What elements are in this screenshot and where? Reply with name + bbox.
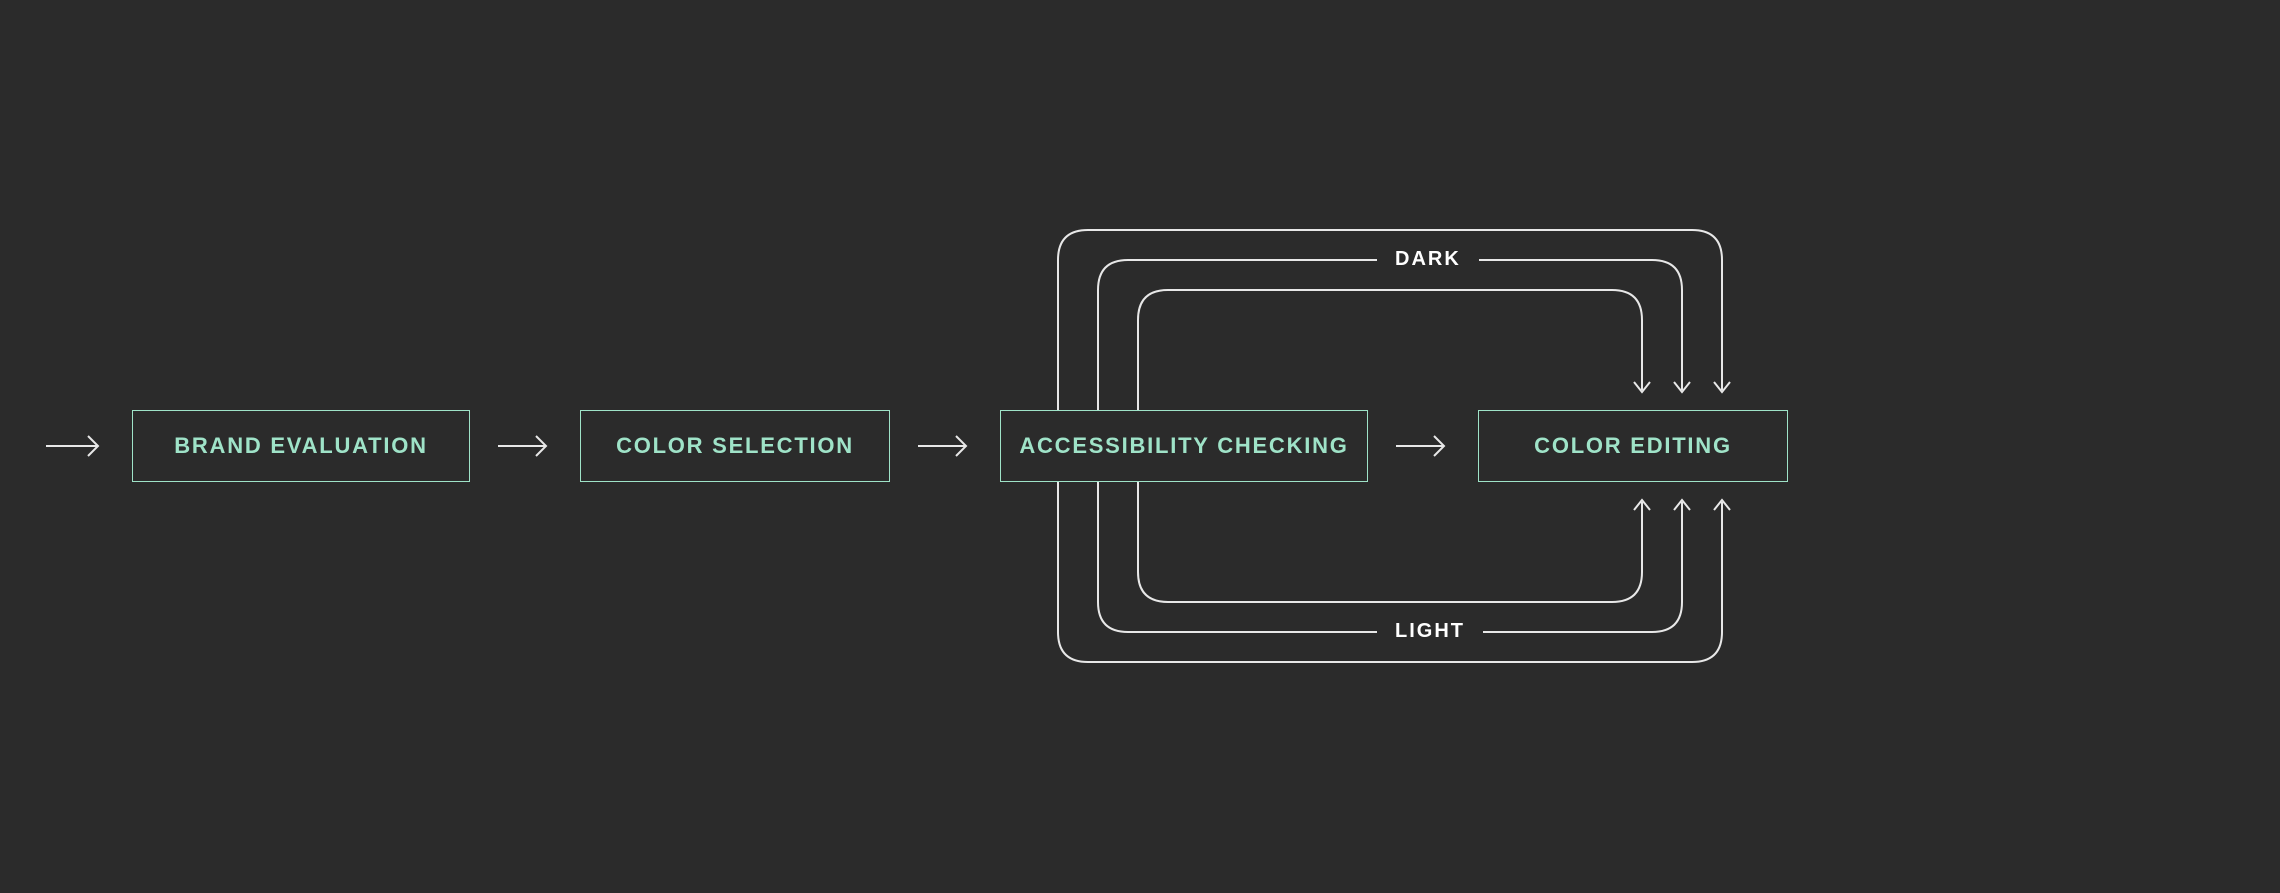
node-label: Brand Evaluation: [174, 433, 427, 459]
arrow-lead-in: [46, 432, 108, 460]
node-label: Color Selection: [616, 433, 854, 459]
loop-label-text: DARK: [1395, 248, 1461, 270]
diagram-canvas: Brand Evaluation Color Selection Accessi…: [0, 0, 2280, 893]
loop-label-text: LIGHT: [1395, 620, 1465, 642]
loop-label-dark: DARK: [1377, 242, 1479, 277]
node-brand-evaluation: Brand Evaluation: [132, 410, 470, 482]
node-label: Color Editing: [1534, 433, 1732, 459]
node-label: Accessibility Checking: [1019, 433, 1348, 459]
arrow-3-to-4: [1392, 432, 1454, 460]
arrow-2-to-3: [914, 432, 976, 460]
node-color-selection: Color Selection: [580, 410, 890, 482]
loop-label-light: LIGHT: [1377, 614, 1483, 649]
arrow-1-to-2: [494, 432, 556, 460]
